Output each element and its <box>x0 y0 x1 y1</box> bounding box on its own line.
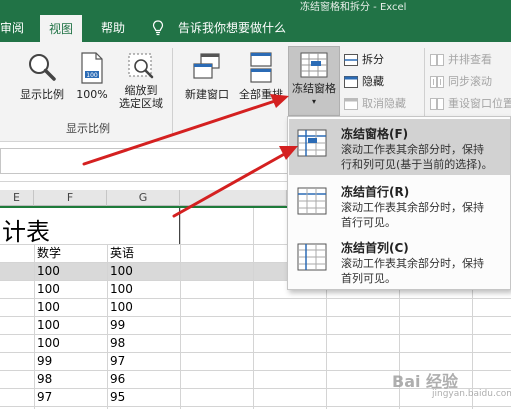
hide-window-icon <box>344 76 358 88</box>
data-cell[interactable]: 95 <box>108 388 125 406</box>
data-cell[interactable]: 98 <box>35 370 52 388</box>
menu-item-freeze-panes[interactable]: 冻结窗格(F) 滚动工作表其余部分时，保持 行和列可见(基于当前的选择)。 <box>289 119 510 175</box>
group-label-zoom: 显示比例 <box>66 122 110 135</box>
menu-item-desc: 滚动工作表其余部分时，保持 首行可见。 <box>341 201 484 229</box>
arrange-all-icon <box>250 52 272 83</box>
menu-item-desc: 滚动工作表其余部分时，保持 首列可见。 <box>341 257 484 285</box>
data-cell[interactable]: 100 <box>35 334 60 352</box>
gridline <box>0 298 511 299</box>
new-window-button[interactable]: 新建窗口 <box>180 52 234 101</box>
menu-item-title: 冻结窗格(F) <box>341 127 409 141</box>
data-cell[interactable]: 100 <box>108 262 133 280</box>
page-100-icon: 100 <box>81 52 103 84</box>
menu-item-title: 冻结首行(R) <box>341 185 410 199</box>
freeze-panes-menu: 冻结窗格(F) 滚动工作表其余部分时，保持 行和列可见(基于当前的选择)。 冻结首… <box>287 116 511 290</box>
freeze-top-row-icon <box>297 187 327 215</box>
gridline <box>0 406 511 407</box>
freeze-first-column-icon <box>297 243 327 271</box>
menu-item-desc: 滚动工作表其余部分时，保持 行和列可见(基于当前的选择)。 <box>341 143 493 171</box>
split-label: 拆分 <box>362 53 384 66</box>
reset-window-button[interactable]: 重设窗口位置 <box>430 96 511 112</box>
chevron-down-icon: ▾ <box>311 97 316 106</box>
title-bar: 冻结窗格和拆分 - Excel <box>0 0 511 14</box>
arrange-all-label: 全部重排 <box>239 88 283 101</box>
freeze-panes-button[interactable]: 冻结窗格 ▾ <box>288 46 340 116</box>
group-separator <box>172 48 173 136</box>
reset-window-icon <box>430 98 444 110</box>
data-cell[interactable]: 99 <box>108 316 125 334</box>
zoom-to-selection-button[interactable]: 缩放到 选定区域 <box>114 52 168 110</box>
watermark-url: jingyan.baidu.com <box>432 389 511 399</box>
ribbon-tab-bar: 审阅 视图 帮助 告诉我你想要做什么 <box>0 14 511 42</box>
data-cell[interactable]: 100 <box>35 280 60 298</box>
svg-text:100: 100 <box>86 72 98 79</box>
reset-window-label: 重设窗口位置 <box>448 97 511 110</box>
sync-scroll-icon <box>430 76 444 88</box>
split-button[interactable]: 拆分 <box>344 52 414 68</box>
arrange-all-button[interactable]: 全部重排 <box>234 52 288 101</box>
menu-item-freeze-first-column[interactable]: 冻结首列(C) 滚动工作表其余部分时，保持 首列可见。 <box>289 233 510 289</box>
data-cell[interactable]: 100 <box>35 298 60 316</box>
data-cell[interactable]: 100 <box>35 262 60 280</box>
gridline <box>0 352 511 353</box>
freeze-panes-label: 冻结窗格 <box>292 82 336 95</box>
header-cell-math[interactable]: 数学 <box>35 244 61 262</box>
side-by-side-label: 并排查看 <box>448 53 492 66</box>
lightbulb-icon <box>152 20 164 36</box>
column-header-f[interactable]: F <box>34 190 107 206</box>
hide-button[interactable]: 隐藏 <box>344 74 414 90</box>
view-side-by-side-button[interactable]: 并排查看 <box>430 52 510 68</box>
hide-label: 隐藏 <box>362 75 384 88</box>
data-cell[interactable]: 99 <box>35 352 52 370</box>
zoom-button[interactable]: 显示比例 <box>14 52 70 101</box>
data-cell[interactable]: 97 <box>35 388 52 406</box>
data-cell[interactable]: 100 <box>35 316 60 334</box>
gridline <box>253 206 254 409</box>
menu-item-title: 冻结首列(C) <box>341 241 409 255</box>
zoom-100-label: 100% <box>76 88 108 101</box>
tab-view[interactable]: 视图 <box>40 15 83 42</box>
new-window-label: 新建窗口 <box>185 88 229 101</box>
tab-review[interactable]: 审阅 <box>0 14 24 42</box>
zoom-selection-label-1: 缩放到 <box>124 84 158 97</box>
gridline <box>0 316 511 317</box>
tab-help[interactable]: 帮助 <box>101 14 125 42</box>
zoom-selection-label-2: 选定区域 <box>119 97 163 110</box>
column-header-e[interactable]: E <box>0 190 34 206</box>
zoom-selection-icon <box>128 53 154 79</box>
gridline <box>180 206 181 409</box>
zoom-button-label: 显示比例 <box>20 88 64 101</box>
split-icon <box>344 54 358 66</box>
column-header-blank[interactable] <box>180 190 287 206</box>
unhide-label: 取消隐藏 <box>362 97 406 110</box>
data-cell[interactable]: 96 <box>108 370 125 388</box>
freeze-panes-icon <box>297 129 327 157</box>
data-cell[interactable]: 97 <box>108 352 125 370</box>
freeze-panes-icon <box>300 52 328 78</box>
header-cell-english[interactable]: 英语 <box>108 244 134 262</box>
formula-input[interactable] <box>0 148 290 174</box>
window-title: 冻结窗格和拆分 - Excel <box>300 2 407 13</box>
menu-item-freeze-top-row[interactable]: 冻结首行(R) 滚动工作表其余部分时，保持 首行可见。 <box>289 177 510 233</box>
new-window-icon <box>193 53 220 79</box>
side-by-side-icon <box>430 54 444 66</box>
magnifier-icon <box>29 54 56 81</box>
data-cell[interactable]: 100 <box>108 298 133 316</box>
unhide-button[interactable]: 取消隐藏 <box>344 96 422 112</box>
zoom-100-button[interactable]: 100 100% <box>72 52 112 101</box>
data-cell[interactable]: 100 <box>108 280 133 298</box>
unhide-window-icon <box>344 98 358 110</box>
merged-title-cell[interactable]: 计表 <box>0 208 180 246</box>
data-cell[interactable]: 98 <box>108 334 125 352</box>
column-header-g[interactable]: G <box>107 190 180 206</box>
gridline <box>0 334 511 335</box>
sync-scroll-button[interactable]: 同步滚动 <box>430 74 510 90</box>
sheet-title-text: 计表 <box>2 218 50 246</box>
tell-me-search[interactable]: 告诉我你想要做什么 <box>178 14 286 42</box>
sync-scroll-label: 同步滚动 <box>448 75 492 88</box>
